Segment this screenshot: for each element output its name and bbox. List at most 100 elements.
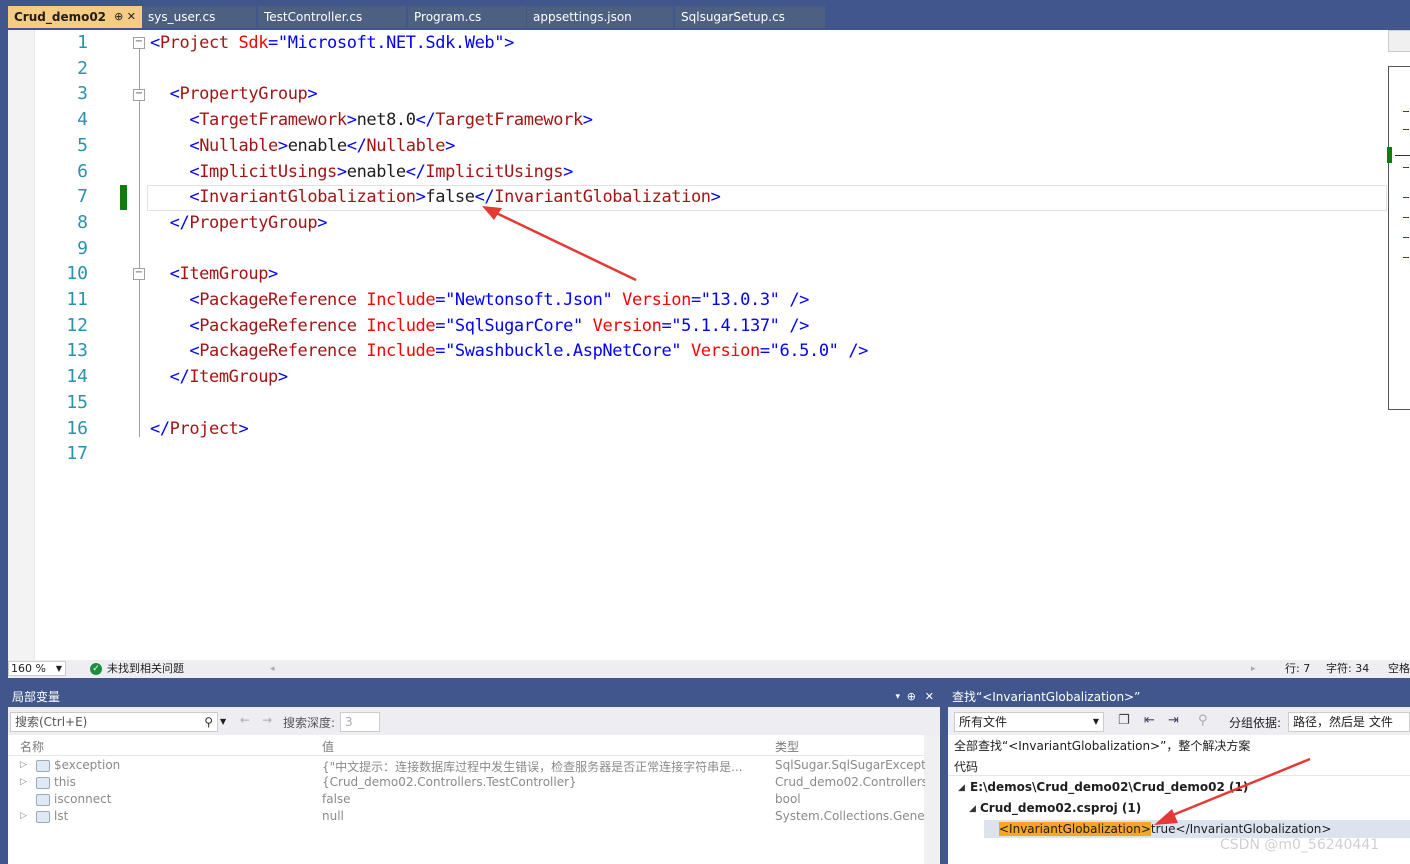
next-result-icon[interactable]: ⇥ xyxy=(1168,713,1179,728)
line-number: 15 xyxy=(66,391,88,413)
back-arrow-icon[interactable]: ← xyxy=(240,713,250,727)
search-depth-dropdown[interactable]: 3 xyxy=(340,712,380,732)
scroll-left-icon[interactable]: ◂ xyxy=(270,660,275,678)
scrollbar-top[interactable] xyxy=(1388,30,1410,52)
column-header-type[interactable]: 类型 xyxy=(775,738,799,755)
locals-value-cell[interactable]: false xyxy=(322,792,772,806)
code-column-header[interactable]: 代码 xyxy=(954,758,978,775)
expand-icon[interactable]: ◢ xyxy=(958,783,965,793)
scroll-right-icon[interactable]: ▸ xyxy=(1251,660,1256,678)
zoom-dropdown[interactable]: 160 % ▼ xyxy=(8,661,66,676)
search-depth-label: 搜索深度: xyxy=(283,716,336,730)
variable-icon xyxy=(36,794,50,806)
pin-close-icon[interactable]: ⊕ ✕ xyxy=(114,6,136,28)
chevron-down-icon: ▼ xyxy=(1092,717,1099,726)
expand-icon[interactable]: ▷ xyxy=(20,777,27,787)
tab-label: sys_user.cs xyxy=(148,10,216,24)
code-line[interactable]: <Project Sdk="Microsoft.NET.Sdk.Web"> xyxy=(150,30,514,56)
locals-value-cell[interactable]: {"中文提示：连接数据库过程中发生错误，检查服务器是否正常连接字符串是... xyxy=(322,758,772,775)
code-line[interactable]: <ImplicitUsings>enable</ImplicitUsings> xyxy=(150,159,573,185)
line-number: 16 xyxy=(66,417,88,439)
whitespace-mode[interactable]: 空格 xyxy=(1388,660,1410,678)
line-number: 12 xyxy=(66,314,88,336)
prev-result-icon[interactable]: ⇤ xyxy=(1144,713,1155,728)
search-options-icon[interactable]: ▼ xyxy=(220,712,230,732)
tab-sys-user[interactable]: sys_user.cs xyxy=(142,6,256,28)
code-line[interactable]: <TargetFramework>net8.0</TargetFramework… xyxy=(150,107,593,133)
line-number: 4 xyxy=(77,109,88,131)
check-circle-icon: ✓ xyxy=(90,663,102,675)
tab-label: SqlsugarSetup.cs xyxy=(681,10,785,24)
line-number: 3 xyxy=(77,83,88,105)
code-line[interactable]: <PackageReference Include="Swashbuckle.A… xyxy=(150,338,868,364)
copy-icon[interactable]: ❐ xyxy=(1118,713,1130,728)
locals-type-cell[interactable]: Crud_demo02.Controllers... xyxy=(775,775,925,789)
code-line[interactable]: <PropertyGroup> xyxy=(150,81,318,107)
depth-value: 3 xyxy=(345,715,353,729)
close-icon[interactable]: ✕ xyxy=(925,687,934,707)
fold-toggle-icon[interactable]: − xyxy=(133,89,145,101)
search-icon[interactable]: ⚲ xyxy=(204,713,213,731)
overview-scrollbar[interactable] xyxy=(1387,66,1410,410)
locals-search-input[interactable]: 搜索(Ctrl+E) ⚲ xyxy=(10,712,218,732)
find-panel-header: 查找“<InvariantGlobalization>” xyxy=(948,687,1410,707)
variable-icon xyxy=(36,811,50,823)
locals-name-cell[interactable]: this xyxy=(54,775,304,789)
locals-type-cell[interactable]: SqlSugar.SqlSugarExcepti... xyxy=(775,758,925,772)
scope-dropdown[interactable]: 所有文件 ▼ xyxy=(954,712,1104,732)
line-number: 9 xyxy=(77,237,88,259)
code-line[interactable]: </PropertyGroup> xyxy=(150,210,328,236)
code-line[interactable]: <Nullable>enable</Nullable> xyxy=(150,133,455,159)
code-line[interactable]: </Project> xyxy=(150,416,249,442)
line-number: 5 xyxy=(77,134,88,156)
group-by-value: 路径，然后是 文件 xyxy=(1293,715,1393,729)
line-indicator[interactable]: 行: 7 xyxy=(1285,660,1310,678)
tab-crud-demo02[interactable]: Crud_demo02 ⊕ ✕ xyxy=(8,6,142,28)
code-line[interactable]: <PackageReference Include="Newtonsoft.Js… xyxy=(150,287,809,313)
dropdown-icon[interactable]: ▾ xyxy=(895,687,900,707)
group-by-dropdown[interactable]: 路径，然后是 文件 xyxy=(1288,712,1410,732)
locals-type-cell[interactable]: System.Collections.Generi... xyxy=(775,809,925,823)
expand-icon[interactable]: ▷ xyxy=(20,760,27,770)
locals-value-cell[interactable]: {Crud_demo02.Controllers.TestController} xyxy=(322,775,772,789)
locals-type-cell[interactable]: bool xyxy=(775,792,925,806)
column-indicator[interactable]: 字符: 34 xyxy=(1326,660,1369,678)
tab-appsettings[interactable]: appsettings.json xyxy=(527,6,673,28)
locals-name-cell[interactable]: lst xyxy=(54,809,304,823)
column-header-value[interactable]: 值 xyxy=(322,738,334,755)
locals-value-cell[interactable]: null xyxy=(322,809,772,823)
line-number: 2 xyxy=(77,57,88,79)
variable-icon xyxy=(36,777,50,789)
fold-toggle-icon[interactable]: − xyxy=(133,37,145,49)
editor-status-bar: 160 % ▼ ✓ 未找到相关问题 ◂ ▸ 行: 7 字符: 34 空格 xyxy=(8,660,1410,678)
code-line[interactable]: <ItemGroup> xyxy=(150,261,279,287)
watermark: CSDN @m0_56240441 xyxy=(1220,837,1380,853)
line-number: 13 xyxy=(66,340,88,362)
locals-name-cell[interactable]: $exception xyxy=(54,758,304,772)
result-file[interactable]: Crud_demo02.csproj (1) xyxy=(980,801,1141,815)
column-header-name[interactable]: 名称 xyxy=(20,738,44,755)
pin-icon[interactable]: ⊕ xyxy=(907,687,916,707)
line-number: 1 xyxy=(77,32,88,53)
expand-icon[interactable]: ▷ xyxy=(20,811,27,821)
tab-testcontroller[interactable]: TestController.cs xyxy=(258,6,406,28)
annotation-arrow-icon xyxy=(482,206,637,282)
tab-sqlsugarsetup[interactable]: SqlsugarSetup.cs xyxy=(675,6,825,28)
filter-icon[interactable]: ⚲ xyxy=(1198,713,1208,728)
annotation-arrow-icon xyxy=(1154,757,1311,825)
forward-arrow-icon[interactable]: → xyxy=(262,713,272,727)
line-number: 11 xyxy=(66,289,88,310)
expand-icon[interactable]: ◢ xyxy=(969,804,976,814)
code-editor[interactable]: 1 2 3 4 5 6 7 8 9 10 11 12 13 14 15 16 17 − − − <Project… xyxy=(8,30,1410,660)
fold-toggle-icon[interactable]: − xyxy=(133,268,145,280)
issues-status[interactable]: 未找到相关问题 xyxy=(107,660,184,678)
line-number: 8 xyxy=(77,211,88,233)
tab-program[interactable]: Program.cs xyxy=(408,6,526,28)
code-line[interactable]: </ItemGroup> xyxy=(150,364,288,390)
code-line[interactable]: <PackageReference Include="SqlSugarCore"… xyxy=(150,313,809,339)
vertical-scrollbar[interactable] xyxy=(924,735,940,864)
scope-value: 所有文件 xyxy=(959,715,1008,729)
locals-name-cell[interactable]: isconnect xyxy=(54,792,304,806)
panel-title: 局部变量 xyxy=(12,690,61,704)
line-number: 10 xyxy=(66,263,88,285)
